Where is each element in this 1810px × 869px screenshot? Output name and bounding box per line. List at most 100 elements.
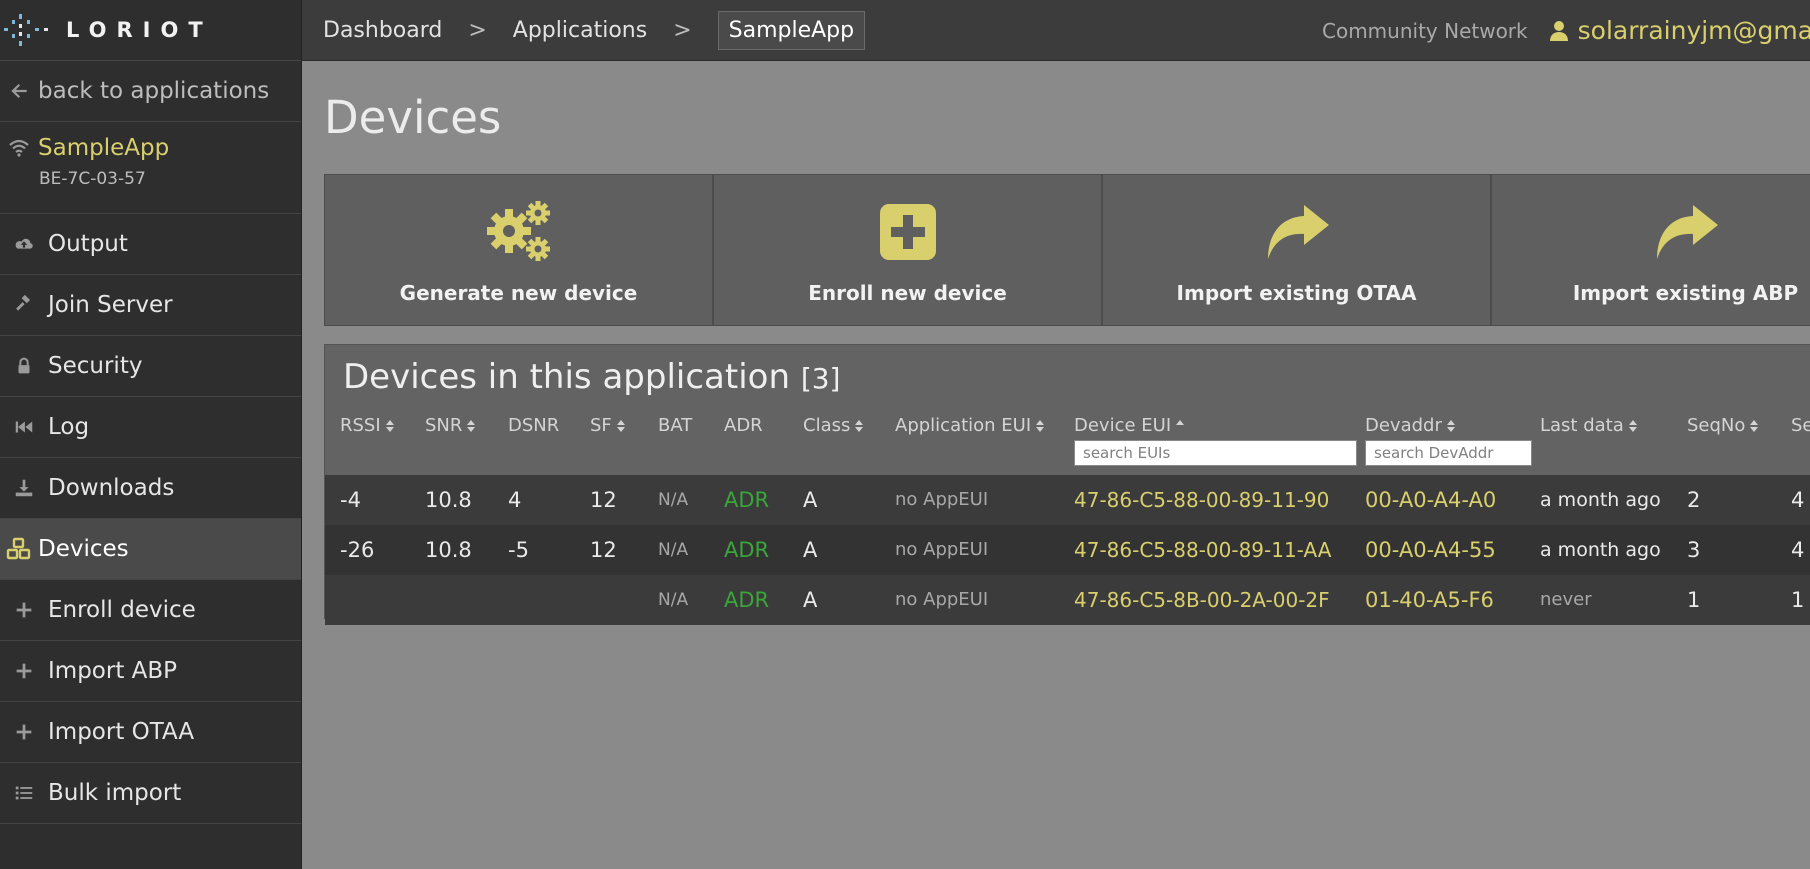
breadcrumb-dashboard[interactable]: Dashboard (323, 18, 442, 43)
sort-icon (616, 419, 625, 432)
sidebar-item-import-abp[interactable]: Import ABP (0, 641, 301, 702)
cell-class: A (803, 488, 818, 512)
plus-icon (0, 660, 48, 682)
sort-icon (467, 419, 476, 432)
cell-device-eui[interactable]: 47-86-C5-88-00-89-11-AA (1074, 525, 1331, 575)
cell-devaddr[interactable]: 00-A0-A4-55 (1365, 525, 1496, 575)
user-email: solarrainyjm@gmail (1577, 16, 1810, 45)
column-label: Device EUI (1074, 415, 1172, 436)
generate-new-device-button[interactable]: Generate new device (324, 174, 713, 326)
breadcrumb-separator: > (673, 17, 692, 43)
cell-adr: ADR (724, 488, 770, 512)
cell-app-eui: no AppEUI (895, 589, 989, 610)
breadcrumb-applications[interactable]: Applications (513, 18, 647, 43)
sidebar-item-devices[interactable]: Devices (0, 519, 301, 580)
column-header-last-data[interactable]: Last data (1540, 415, 1638, 436)
back-to-applications-link[interactable]: back to applications (0, 61, 301, 122)
action-label: Enroll new device (808, 281, 1007, 305)
table-row[interactable]: -4 10.8 4 12 N/A ADR A no AppEUI 47-86-C… (325, 475, 1810, 525)
sidebar-item-join-server[interactable]: Join Server (0, 275, 301, 336)
cubes-icon (0, 537, 38, 561)
column-label: ADR (724, 415, 763, 436)
cell-device-eui[interactable]: 47-86-C5-88-00-89-11-90 (1074, 475, 1329, 525)
sidebar-item-downloads[interactable]: Downloads (0, 458, 301, 519)
import-existing-otaa-button[interactable]: Import existing OTAA (1102, 174, 1491, 326)
breadcrumb-separator: > (468, 17, 487, 43)
cell-app-eui: no AppEUI (895, 539, 989, 560)
table-row[interactable]: N/A ADR A no AppEUI 47-86-C5-8B-00-2A-00… (325, 575, 1810, 625)
search-devaddr-input[interactable] (1365, 440, 1532, 466)
search-eui-input[interactable] (1074, 440, 1357, 466)
cell-bat: N/A (658, 590, 689, 610)
devices-title: Devices in this application (343, 357, 790, 397)
devices-table-body: -4 10.8 4 12 N/A ADR A no AppEUI 47-86-C… (325, 475, 1810, 625)
device-count: [3] (800, 362, 841, 395)
sidebar-item-log[interactable]: Log (0, 397, 301, 458)
topbar-right: Community Network solarrainyjm@gmail (1322, 0, 1810, 60)
table-row[interactable]: -26 10.8 -5 12 N/A ADR A no AppEUI 47-86… (325, 525, 1810, 575)
cell-bat: N/A (658, 540, 689, 560)
column-header-se[interactable]: Se (1791, 415, 1810, 436)
cell-class: A (803, 588, 818, 612)
sort-icon (1750, 419, 1759, 432)
logo-text: LORIOT (66, 18, 213, 42)
cell-devaddr[interactable]: 00-A0-A4-A0 (1365, 475, 1496, 525)
sidebar-item-label: Downloads (48, 475, 175, 501)
loriot-logo-icon (4, 14, 48, 46)
sidebar-item-label: Import OTAA (48, 719, 195, 745)
column-label: Last data (1540, 415, 1624, 436)
cell-se: 4 (1791, 488, 1805, 512)
column-header-seqno[interactable]: SeqNo (1687, 415, 1759, 436)
lock-icon (0, 355, 48, 377)
logo[interactable]: LORIOT (0, 0, 301, 61)
sidebar-item-output[interactable]: Output (0, 214, 301, 275)
column-label: DSNR (508, 415, 560, 436)
column-header-dsnr[interactable]: DSNR (508, 415, 559, 436)
sidebar-item-import-otaa[interactable]: Import OTAA (0, 702, 301, 763)
column-header-bat[interactable]: BAT (658, 415, 692, 436)
sidebar-item-security[interactable]: Security (0, 336, 301, 397)
sort-icon (855, 419, 864, 432)
sort-asc-icon (1176, 419, 1185, 425)
breadcrumb-current-app[interactable]: SampleApp (717, 10, 866, 50)
cell-dsnr: -5 (508, 538, 529, 562)
cell-rssi: -26 (340, 538, 375, 562)
topbar: Dashboard > Applications > SampleApp Com… (302, 0, 1810, 61)
cell-last-data: a month ago (1540, 489, 1661, 511)
column-label: SNR (425, 415, 463, 436)
cell-rssi: -4 (340, 488, 361, 512)
action-label: Import existing ABP (1572, 281, 1799, 305)
user-menu[interactable]: solarrainyjm@gmail (1548, 16, 1810, 45)
sidebar-item-bulk-import[interactable]: Bulk import (0, 763, 301, 824)
gears-icon (483, 197, 555, 267)
sidebar-item-label: Devices (38, 536, 129, 562)
column-label: Application EUI (895, 415, 1032, 436)
sidebar-item-label: Log (48, 414, 90, 440)
column-header-snr[interactable]: SNR (425, 415, 476, 436)
cell-adr: ADR (724, 538, 770, 562)
column-header-rssi[interactable]: RSSI (340, 415, 395, 436)
fast-backward-icon (0, 416, 48, 438)
column-header-sf[interactable]: SF (590, 415, 626, 436)
cell-se: 4 (1791, 538, 1805, 562)
devices-table-panel: Devices in this application [3] RSSI SNR… (324, 344, 1810, 625)
column-header-device-eui[interactable]: Device EUI (1074, 415, 1185, 436)
sidebar-item-enroll-device[interactable]: Enroll device (0, 580, 301, 641)
column-header-adr[interactable]: ADR (724, 415, 763, 436)
enroll-new-device-button[interactable]: Enroll new device (713, 174, 1102, 326)
network-label[interactable]: Community Network (1322, 19, 1528, 43)
import-existing-abp-button[interactable]: Import existing ABP (1491, 174, 1810, 326)
column-header-devaddr[interactable]: Devaddr (1365, 415, 1456, 436)
cell-bat: N/A (658, 490, 689, 510)
cell-last-data: a month ago (1540, 539, 1661, 561)
cell-snr: 10.8 (425, 538, 472, 562)
cell-device-eui[interactable]: 47-86-C5-8B-00-2A-00-2F (1074, 575, 1330, 625)
column-header-class[interactable]: Class (803, 415, 864, 436)
cell-seqno: 2 (1687, 488, 1701, 512)
plus-icon (0, 599, 48, 621)
cell-devaddr[interactable]: 01-40-A5-F6 (1365, 575, 1494, 625)
page-title: Devices (324, 91, 502, 144)
plus-square-icon (879, 197, 936, 267)
current-app-block[interactable]: SampleApp BE-7C-03-57 (0, 122, 301, 214)
column-header-application-eui[interactable]: Application EUI (895, 415, 1045, 436)
